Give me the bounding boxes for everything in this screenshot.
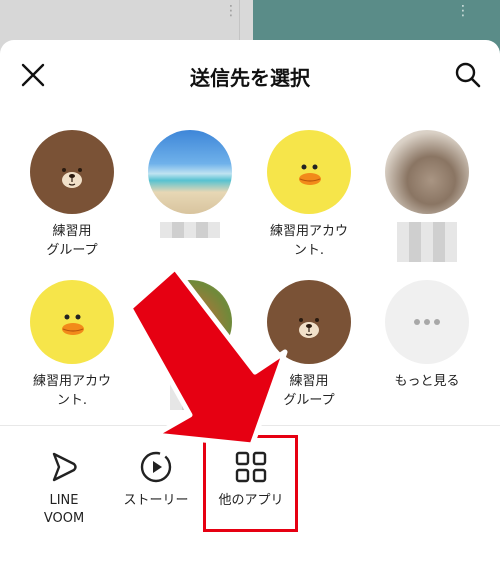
search-icon [455,62,481,88]
bear-face-icon [62,168,82,188]
sheet-header: 送信先を選択 [0,40,500,106]
share-sheet: 送信先を選択 練習用 グループ 練習用アカウ ント. 練習用アカウ ント. 練習… [0,40,500,562]
bear-face-icon [299,318,319,338]
photo-avatar [385,130,469,214]
show-more-item[interactable]: もっと見る [368,280,486,391]
line-voom-button[interactable]: LINE VOOM [24,450,104,528]
contact-item[interactable]: 練習用 グループ [250,280,368,410]
chick-face-icon [299,164,321,185]
contact-item[interactable]: 練習用アカウ ント. [13,280,131,410]
contact-name: 練習用 グループ [46,224,98,258]
contact-name-redacted [131,372,249,416]
contact-item[interactable]: 練習用 グループ [13,130,131,260]
story-icon [140,451,172,483]
more-dots-icon [414,319,440,325]
chick-face-icon [62,314,84,335]
chick-avatar [267,130,351,214]
contact-name-redacted [131,222,249,244]
photo-avatar [148,280,232,364]
more-vert-icon: ⋮ [224,4,238,18]
action-label: ストーリー [123,493,189,508]
show-more-label: もっと見る [394,374,460,389]
story-button[interactable]: ストーリー [116,450,196,510]
search-button[interactable] [454,61,482,89]
contact-item[interactable] [131,280,249,416]
contact-name: 練習用アカウ ント. [32,374,111,408]
divider [0,425,500,426]
action-label: LINE VOOM [43,493,85,526]
bear-avatar [30,130,114,214]
contact-item[interactable]: 練習用アカウ ント. [250,130,368,260]
contact-item[interactable] [131,130,249,244]
more-vert-icon: ⋮ [456,4,470,18]
photo-avatar [148,130,232,214]
contact-name: 練習用アカウ ント. [269,224,348,258]
page-title: 送信先を選択 [190,66,310,90]
more-avatar [385,280,469,364]
bear-avatar [267,280,351,364]
chick-avatar [30,280,114,364]
contact-name: 練習用 グループ [283,374,335,408]
highlight-box [203,435,298,532]
contact-name-redacted [368,222,486,268]
line-voom-icon [52,452,77,482]
contact-item[interactable] [368,130,486,268]
